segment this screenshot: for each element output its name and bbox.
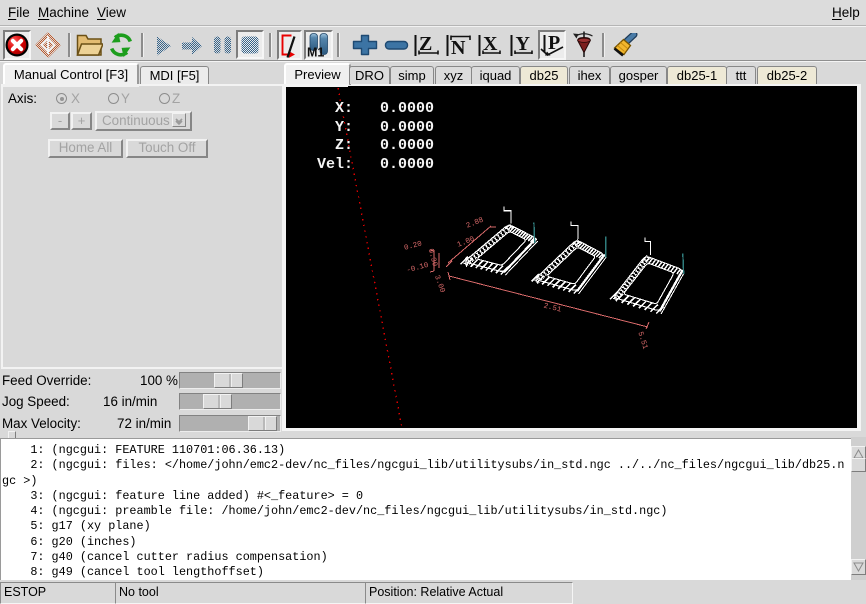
svg-text:N: N (451, 37, 466, 57)
svg-text:Z: Z (419, 34, 432, 55)
svg-text:Y: Y (516, 34, 531, 55)
svg-text:5.51: 5.51 (635, 331, 648, 351)
svg-text:3.00: 3.00 (432, 274, 446, 294)
svg-text:X: X (483, 34, 498, 55)
svg-text:0.20: 0.20 (404, 240, 424, 253)
svg-text:-0.10: -0.10 (406, 262, 430, 276)
svg-text:2.88: 2.88 (465, 216, 485, 230)
svg-text:M1: M1 (307, 46, 324, 59)
